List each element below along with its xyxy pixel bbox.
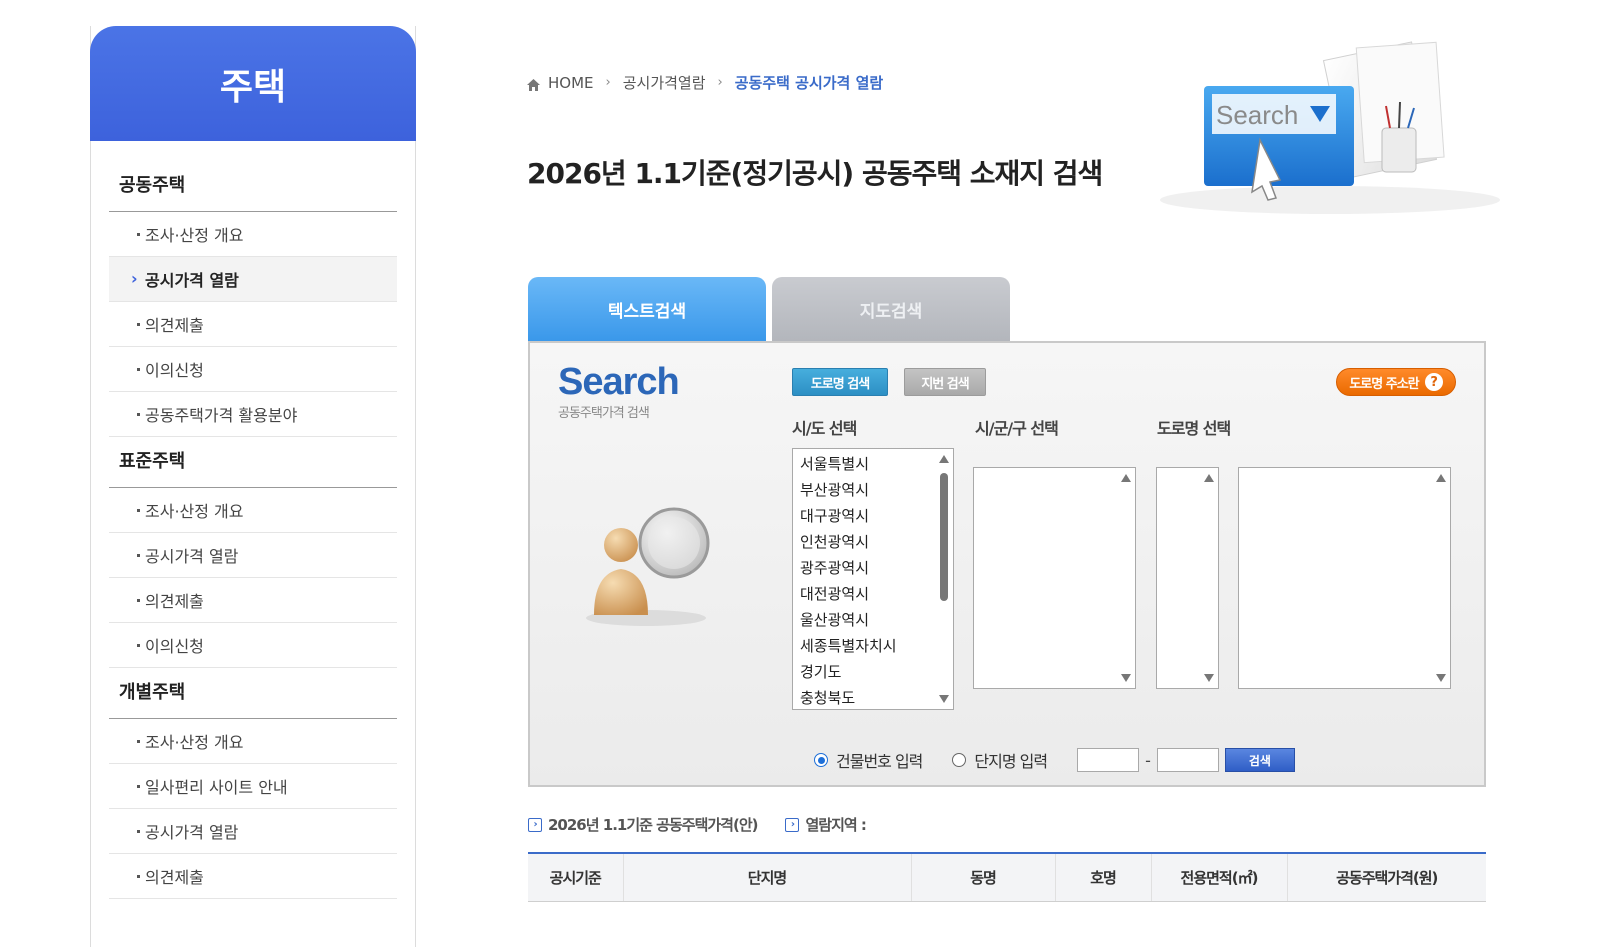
complex-name-radio[interactable] [952, 753, 967, 767]
list-item[interactable]: 인천광역시 [793, 529, 953, 555]
road-select[interactable] [1238, 467, 1451, 689]
search-illustration: Search [1120, 30, 1500, 220]
scroll-up-icon[interactable] [1436, 474, 1446, 482]
sidebar-item-objection[interactable]: 이의신청 [109, 623, 397, 668]
sidebar-item-price-view[interactable]: 공시가격 열람 [109, 809, 397, 854]
building-number-label[interactable]: 건물번호 입력 [836, 748, 923, 772]
search-button[interactable]: 검색 [1224, 748, 1295, 772]
sidebar-title: 주택 [90, 26, 416, 141]
building-main-number-input[interactable] [1077, 748, 1140, 772]
user-magnifier-icon [576, 503, 716, 633]
search-tabs: 텍스트검색 지도검색 [528, 277, 1010, 341]
sidebar-group-title[interactable]: 표준주택 [109, 437, 397, 488]
brand-subtitle: 공동주택가격 검색 [558, 406, 650, 421]
scroll-down-icon[interactable] [1204, 674, 1214, 682]
sidebar-item-price-view[interactable]: › 공시가격 열람 [109, 257, 397, 302]
input-mode-row: 건물번호 입력 단지명 입력 - 검색 [814, 748, 1295, 772]
table-header: 호명 [1054, 853, 1151, 902]
sidebar-group-individual-house: 개별주택 조사·산정 개요 일사편리 사이트 안내 공시가격 열람 의견제출 [109, 668, 397, 899]
question-icon: ? [1424, 373, 1443, 391]
sidebar-item-opinion[interactable]: 의견제출 [109, 578, 397, 623]
box-arrow-icon: › [528, 817, 542, 832]
building-sub-number-input[interactable] [1156, 748, 1219, 772]
sidebar-group-title[interactable]: 개별주택 [109, 668, 397, 719]
sidebar-item-survey-overview[interactable]: 조사·산정 개요 [109, 719, 397, 764]
sidebar-item-objection[interactable]: 이의신청 [109, 347, 397, 392]
table-header: 공동주택가격(원) [1286, 853, 1486, 902]
road-search-button[interactable]: 도로명 검색 [792, 368, 888, 396]
info-links: › 2026년 1.1기준 공동주택가격(안) › 열람지역 : [528, 814, 867, 835]
price-draft-link[interactable]: › 2026년 1.1기준 공동주택가격(안) [528, 814, 758, 835]
sidebar-item-usage[interactable]: 공동주택가격 활용분야 [109, 392, 397, 437]
scroll-down-icon[interactable] [1436, 674, 1446, 682]
road-address-help-button[interactable]: 도로명 주소란 ? [1336, 368, 1456, 396]
region-link[interactable]: › 열람지역 : [785, 814, 867, 835]
dash-separator: - [1145, 750, 1151, 770]
chevron-right-icon: › [717, 75, 723, 90]
list-item[interactable]: 세종특별자치시 [793, 633, 953, 659]
list-item[interactable]: 울산광역시 [793, 607, 953, 633]
complex-name-label[interactable]: 단지명 입력 [974, 748, 1048, 772]
result-table: 공시기준 단지명 동명 호명 전용면적(㎡) 공동주택가격(원) [528, 852, 1486, 902]
help-button-label: 도로명 주소란 [1349, 376, 1419, 392]
list-item[interactable]: 부산광역시 [793, 477, 953, 503]
sigungu-label: 시/군/구 선택 [975, 419, 1059, 438]
scroll-thumb[interactable] [940, 473, 948, 601]
scroll-down-icon[interactable] [939, 695, 949, 703]
page-title: 2026년 1.1기준(정기공시) 공동주택 소재지 검색 [527, 157, 1103, 190]
chevron-right-icon: › [605, 75, 611, 90]
home-icon[interactable] [527, 77, 540, 91]
tab-map-search[interactable]: 지도검색 [772, 277, 1010, 341]
sidebar-group-apartment: 공동주택 조사·산정 개요 › 공시가격 열람 의견제출 이의신청 공동주택가격 … [109, 141, 397, 437]
search-brand: Search 공동주택가격 검색 [558, 361, 680, 421]
sidebar-item-survey-overview[interactable]: 조사·산정 개요 [109, 488, 397, 533]
scrollbar[interactable] [1202, 470, 1216, 686]
list-item[interactable]: 서울특별시 [793, 451, 953, 477]
brand-title: Search [558, 361, 680, 403]
lot-search-button[interactable]: 지번 검색 [904, 368, 986, 396]
sidebar-item-ilsapyeonri[interactable]: 일사편리 사이트 안내 [109, 764, 397, 809]
table-header: 단지명 [622, 853, 911, 902]
search-panel: Search 공동주택가격 검색 도로명 검색 지번 검색 도로명 주소란 ? … [528, 341, 1486, 787]
sidebar-group-standard-house: 표준주택 조사·산정 개요 공시가격 열람 의견제출 이의신청 [109, 437, 397, 668]
scrollbar[interactable] [1119, 470, 1133, 686]
box-arrow-icon: › [785, 817, 800, 832]
breadcrumb-level1[interactable]: 공시가격열람 [623, 72, 706, 93]
table-header: 동명 [910, 853, 1055, 902]
chevron-right-icon: › [131, 269, 138, 288]
sigungu-select[interactable] [973, 467, 1136, 689]
list-item[interactable]: 대전광역시 [793, 581, 953, 607]
list-item[interactable]: 충청북도 [793, 685, 953, 711]
scroll-down-icon[interactable] [1121, 674, 1131, 682]
road-initial-select[interactable] [1156, 467, 1219, 689]
tab-text-search[interactable]: 텍스트검색 [528, 277, 766, 341]
sidebar-item-survey-overview[interactable]: 조사·산정 개요 [109, 212, 397, 257]
sidebar-item-opinion[interactable]: 의견제출 [109, 302, 397, 347]
table-header-row: 공시기준 단지명 동명 호명 전용면적(㎡) 공동주택가격(원) [528, 853, 1486, 902]
sidebar-group-title[interactable]: 공동주택 [109, 141, 397, 212]
scroll-up-icon[interactable] [1204, 474, 1214, 482]
sidebar-item-opinion[interactable]: 의견제출 [109, 854, 397, 899]
breadcrumb-home[interactable]: HOME [548, 74, 594, 92]
table-header: 전용면적(㎡) [1150, 853, 1287, 902]
list-item[interactable]: 광주광역시 [793, 555, 953, 581]
scrollbar[interactable] [937, 451, 951, 707]
sido-label: 시/도 선택 [792, 419, 857, 438]
building-number-radio[interactable] [814, 753, 828, 767]
sidebar-item-price-view[interactable]: 공시가격 열람 [109, 533, 397, 578]
scroll-up-icon[interactable] [939, 455, 949, 463]
sido-options: 서울특별시 부산광역시 대구광역시 인천광역시 광주광역시 대전광역시 울산광역… [793, 449, 953, 711]
list-item[interactable]: 대구광역시 [793, 503, 953, 529]
road-label: 도로명 선택 [1157, 419, 1231, 438]
scroll-up-icon[interactable] [1121, 474, 1131, 482]
breadcrumb: HOME › 공시가격열람 › 공동주택 공시가격 열람 [527, 72, 883, 93]
sidebar: 주택 공동주택 조사·산정 개요 › 공시가격 열람 의견제출 이의신청 공동주택… [90, 26, 416, 947]
breadcrumb-current: 공동주택 공시가격 열람 [734, 74, 884, 92]
sido-select[interactable]: 서울특별시 부산광역시 대구광역시 인천광역시 광주광역시 대전광역시 울산광역… [792, 448, 954, 710]
list-item[interactable]: 경기도 [793, 659, 953, 685]
hero-search-text: Search [1216, 100, 1298, 130]
scrollbar[interactable] [1434, 470, 1448, 686]
table-header: 공시기준 [528, 853, 623, 902]
